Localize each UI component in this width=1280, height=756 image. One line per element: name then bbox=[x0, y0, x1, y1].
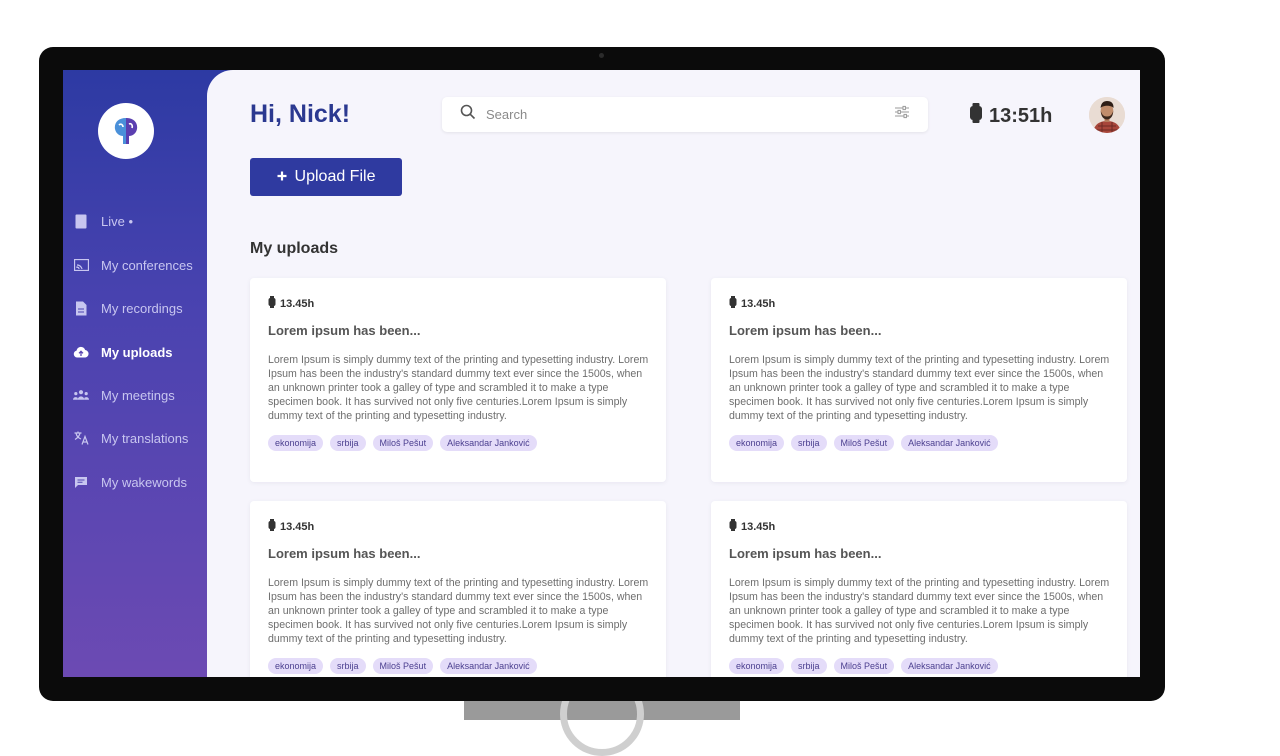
tag-list: ekonomija srbija Miloš Pešut Aleksandar … bbox=[729, 658, 1109, 674]
watch-icon bbox=[729, 296, 737, 311]
sidebar-item-label: My conferences bbox=[101, 257, 193, 273]
tag[interactable]: Aleksandar Janković bbox=[901, 435, 998, 451]
watch-icon bbox=[268, 296, 276, 311]
document-icon bbox=[73, 213, 89, 229]
tag[interactable]: Miloš Pešut bbox=[833, 435, 895, 451]
tag-list: ekonomija srbija Miloš Pešut Aleksandar … bbox=[729, 435, 1109, 451]
card-time-value: 13.45h bbox=[741, 297, 776, 310]
watch-icon bbox=[729, 519, 737, 534]
sidebar-item-label: My recordings bbox=[101, 300, 183, 316]
card-title: Lorem ipsum has been... bbox=[729, 323, 882, 338]
search-bar[interactable] bbox=[442, 97, 928, 132]
tag[interactable]: ekonomija bbox=[268, 658, 324, 674]
tag[interactable]: Miloš Pešut bbox=[372, 435, 434, 451]
sidebar-item-label: My uploads bbox=[101, 344, 173, 360]
tag-list: ekonomija srbija Miloš Pešut Aleksandar … bbox=[268, 435, 648, 451]
plus-icon bbox=[277, 168, 287, 186]
tag-list: ekonomija srbija Miloš Pešut Aleksandar … bbox=[268, 658, 648, 674]
upload-card[interactable]: 13.45h Lorem ipsum has been... Lorem Ips… bbox=[711, 278, 1127, 482]
brain-logo-icon bbox=[114, 118, 138, 144]
watch-icon bbox=[268, 519, 276, 534]
watch-icon bbox=[969, 103, 983, 129]
timer-value: 13:51h bbox=[989, 104, 1053, 127]
sidebar-item-label: My meetings bbox=[101, 387, 175, 403]
card-description: Lorem Ipsum is simply dummy text of the … bbox=[729, 354, 1110, 422]
card-time: 13.45h bbox=[729, 519, 1109, 534]
translate-icon bbox=[73, 430, 89, 446]
tag[interactable]: srbija bbox=[791, 435, 827, 451]
sidebar-item-meetings[interactable]: My meetings bbox=[73, 387, 175, 403]
sidebar-item-label: Live • bbox=[101, 213, 134, 229]
upload-card[interactable]: 13.45h Lorem ipsum has been... Lorem Ips… bbox=[250, 501, 666, 677]
greeting-title: Hi, Nick! bbox=[250, 100, 351, 128]
section-title: My uploads bbox=[250, 240, 339, 257]
cast-icon bbox=[73, 257, 89, 273]
chat-icon bbox=[73, 474, 89, 490]
tag[interactable]: ekonomija bbox=[729, 435, 785, 451]
upload-card[interactable]: 13.45h Lorem ipsum has been... Lorem Ips… bbox=[250, 278, 666, 482]
tag[interactable]: Miloš Pešut bbox=[833, 658, 895, 674]
card-title: Lorem ipsum has been... bbox=[268, 546, 421, 561]
upload-file-button[interactable]: Upload File bbox=[250, 158, 402, 196]
people-icon bbox=[73, 387, 89, 403]
sidebar-item-translations[interactable]: My translations bbox=[73, 430, 188, 446]
webcam bbox=[599, 53, 604, 58]
card-time: 13.45h bbox=[268, 519, 648, 534]
card-description: Lorem Ipsum is simply dummy text of the … bbox=[729, 577, 1110, 645]
sidebar-item-conferences[interactable]: My conferences bbox=[73, 257, 193, 273]
sidebar: Live • My conferences My recordings My u… bbox=[63, 70, 207, 677]
tag[interactable]: srbija bbox=[330, 658, 366, 674]
session-timer: 13:51h bbox=[969, 103, 1052, 129]
cloud-upload-icon bbox=[73, 344, 89, 360]
card-time-value: 13.45h bbox=[280, 520, 315, 533]
sidebar-item-label: My translations bbox=[101, 430, 189, 446]
card-description: Lorem Ipsum is simply dummy text of the … bbox=[268, 577, 649, 645]
filter-sliders-icon[interactable] bbox=[894, 105, 910, 124]
card-time: 13.45h bbox=[729, 296, 1109, 311]
tag[interactable]: srbija bbox=[791, 658, 827, 674]
user-avatar[interactable] bbox=[1089, 97, 1125, 133]
main-content: Hi, Nick! 13:51h bbox=[207, 70, 1140, 677]
sidebar-item-recordings[interactable]: My recordings bbox=[73, 300, 183, 316]
card-time: 13.45h bbox=[268, 296, 648, 311]
card-description: Lorem Ipsum is simply dummy text of the … bbox=[268, 354, 649, 422]
tag[interactable]: Aleksandar Janković bbox=[901, 658, 998, 674]
file-icon bbox=[73, 300, 89, 316]
tag[interactable]: Aleksandar Janković bbox=[440, 658, 537, 674]
upload-card[interactable]: 13.45h Lorem ipsum has been... Lorem Ips… bbox=[711, 501, 1127, 677]
sidebar-item-label: My wakewords bbox=[101, 474, 187, 490]
tag[interactable]: srbija bbox=[330, 435, 366, 451]
search-icon bbox=[460, 104, 476, 125]
card-title: Lorem ipsum has been... bbox=[268, 323, 421, 338]
tag[interactable]: Aleksandar Janković bbox=[440, 435, 537, 451]
app-logo[interactable] bbox=[98, 103, 154, 159]
tag[interactable]: Miloš Pešut bbox=[372, 658, 434, 674]
card-time-value: 13.45h bbox=[741, 520, 776, 533]
sidebar-item-wakewords[interactable]: My wakewords bbox=[73, 474, 187, 490]
card-title: Lorem ipsum has been... bbox=[729, 546, 882, 561]
app-screen: Live • My conferences My recordings My u… bbox=[63, 70, 1140, 677]
tag[interactable]: ekonomija bbox=[729, 658, 785, 674]
card-time-value: 13.45h bbox=[280, 297, 315, 310]
search-input[interactable] bbox=[484, 106, 894, 123]
sidebar-item-uploads[interactable]: My uploads bbox=[73, 344, 173, 360]
tag[interactable]: ekonomija bbox=[268, 435, 324, 451]
sidebar-item-live[interactable]: Live • bbox=[73, 213, 133, 229]
upload-file-label: Upload File bbox=[294, 168, 376, 185]
